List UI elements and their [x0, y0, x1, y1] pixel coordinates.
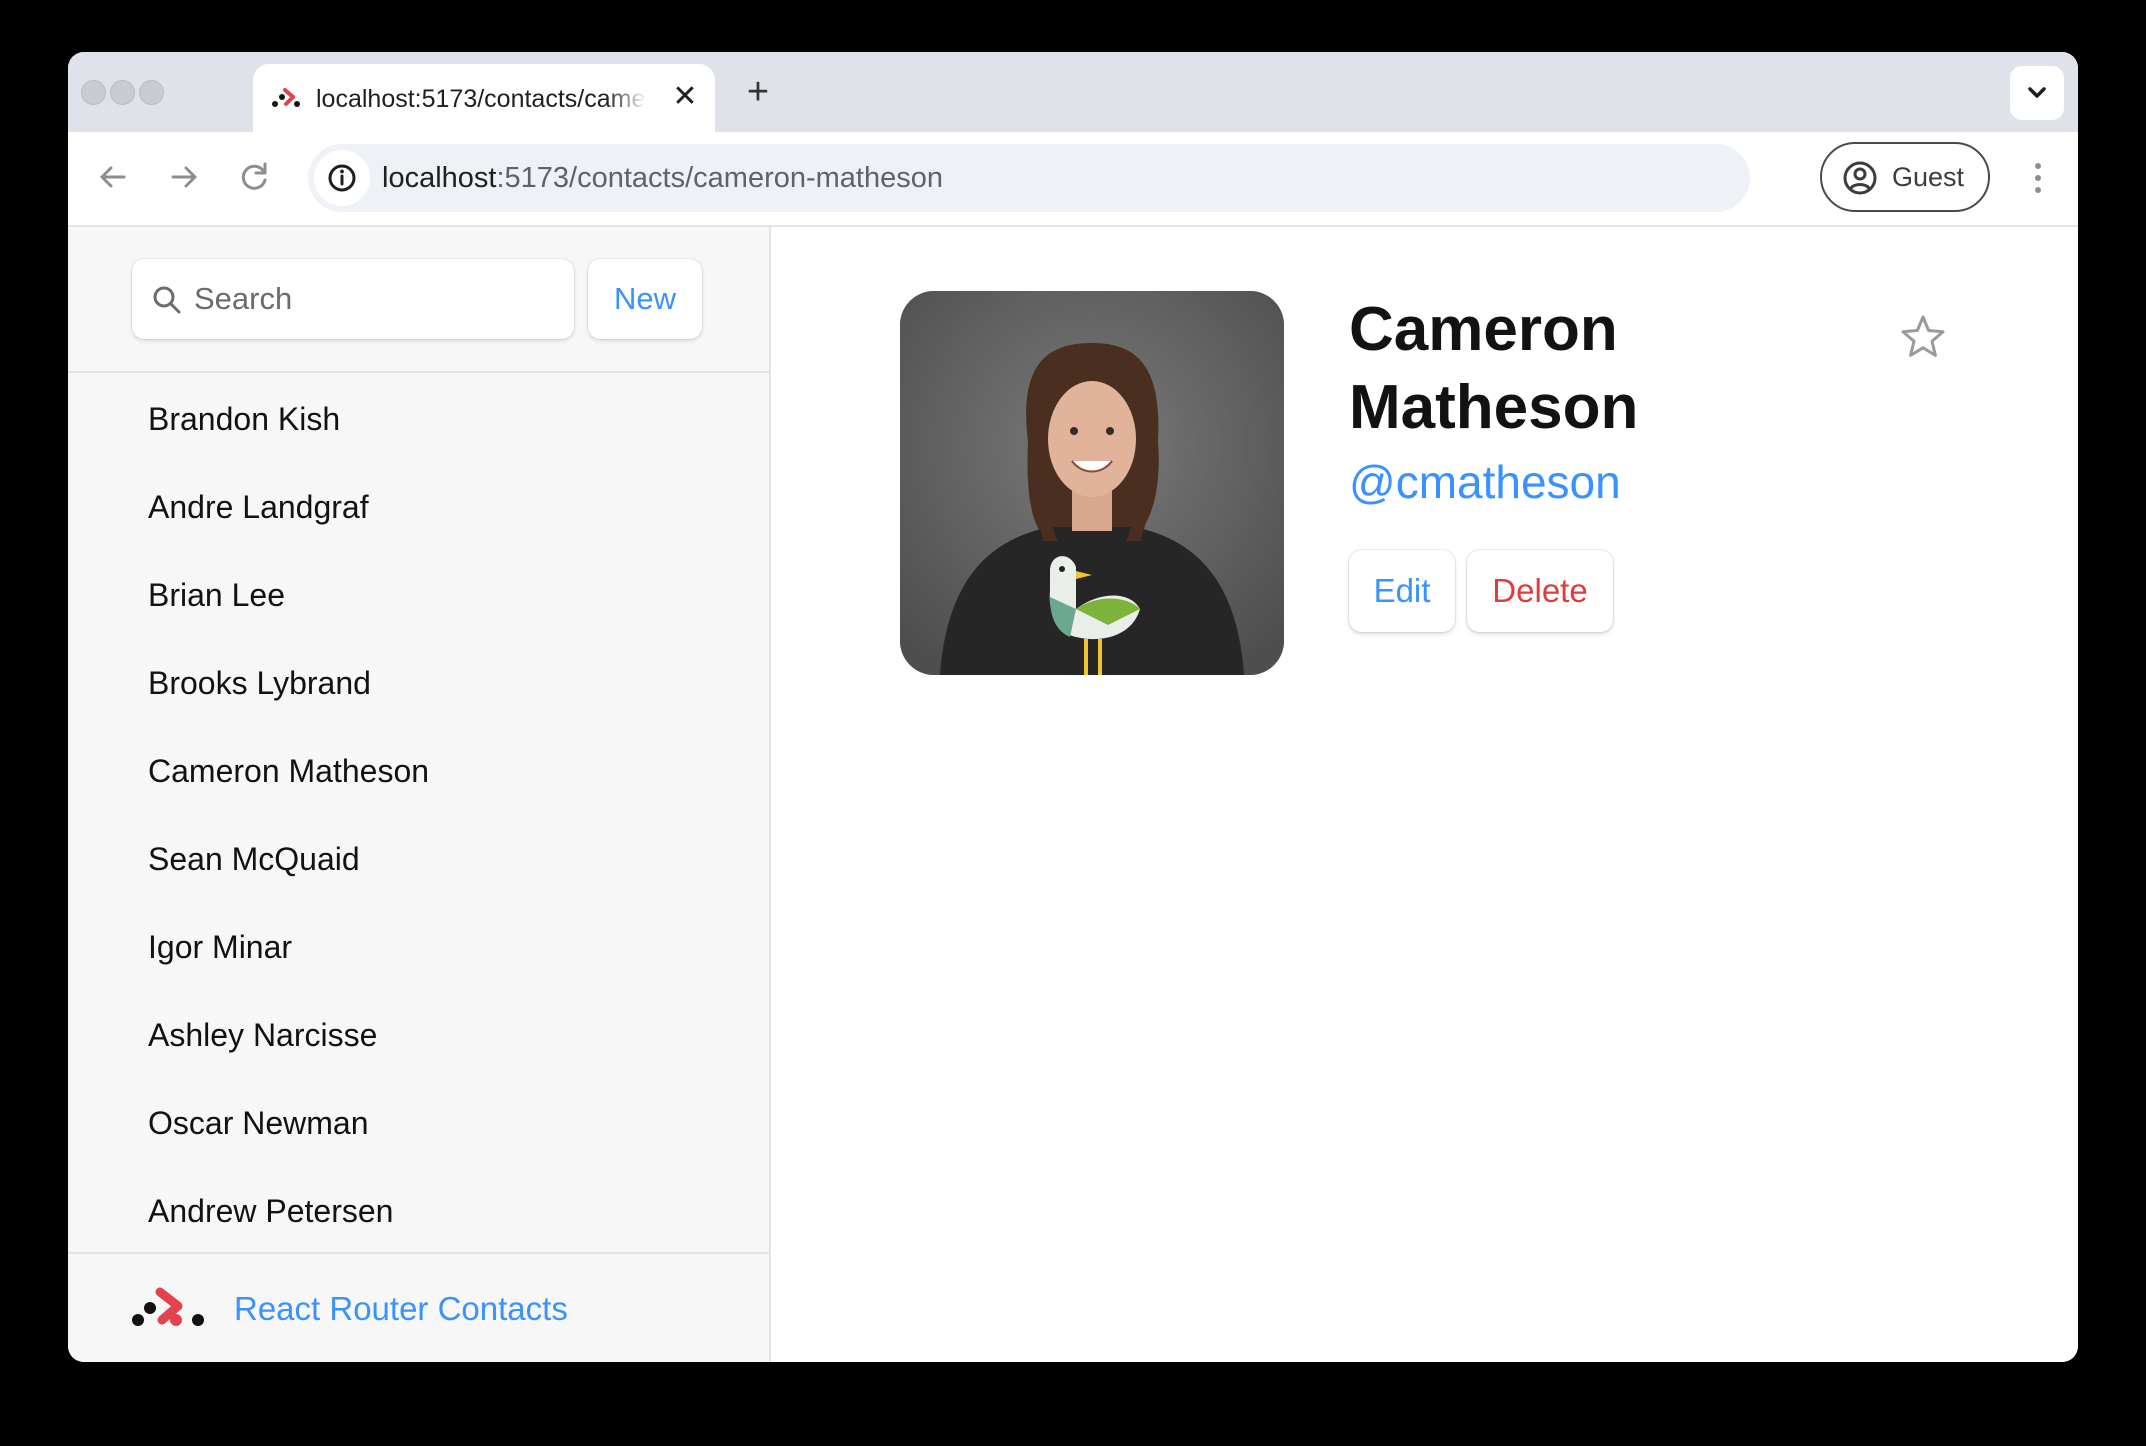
- contact-list: Brandon Kish Andre Landgraf Brian Lee Br…: [68, 375, 769, 1255]
- search-icon: [153, 286, 181, 314]
- tab-close-icon[interactable]: ✕: [668, 80, 702, 114]
- contact-item[interactable]: Igor Minar: [68, 903, 769, 991]
- window-minimize-dot[interactable]: [110, 80, 135, 105]
- site-info-button[interactable]: [314, 150, 370, 206]
- contact-item[interactable]: Brandon Kish: [68, 375, 769, 463]
- contact-item[interactable]: Ashley Narcisse: [68, 991, 769, 1079]
- browser-toolbar: localhost:5173/contacts/cameron-matheson…: [68, 132, 2078, 227]
- react-router-logo-icon: [132, 1287, 204, 1326]
- search-box[interactable]: [132, 259, 574, 339]
- tab-title: localhost:5173/contacts/cameron-matheson: [316, 85, 646, 113]
- window-zoom-dot[interactable]: [139, 80, 164, 105]
- url-host: localhost: [382, 162, 497, 194]
- url-path: :5173/contacts/cameron-matheson: [496, 162, 943, 194]
- info-icon: [328, 164, 356, 192]
- reload-icon[interactable]: [230, 152, 280, 202]
- window-close-dot[interactable]: [81, 80, 106, 105]
- contact-detail: Cameron Matheson @cmatheson Edit Delete: [773, 227, 2078, 1362]
- contact-photo: [900, 291, 1284, 675]
- address-bar[interactable]: localhost:5173/contacts/cameron-matheson: [308, 144, 1750, 212]
- more-vert-icon[interactable]: [2028, 158, 2048, 198]
- contact-item[interactable]: Oscar Newman: [68, 1079, 769, 1167]
- search-input[interactable]: [194, 259, 554, 339]
- contact-first-name: Cameron: [1349, 295, 1618, 364]
- contact-last-name: Matheson: [1349, 373, 1639, 442]
- tab-strip: localhost:5173/contacts/cameron-matheson…: [68, 52, 2078, 134]
- avatar: [900, 291, 1284, 675]
- contact-item[interactable]: Sean McQuaid: [68, 815, 769, 903]
- profile-label: Guest: [1892, 162, 1965, 192]
- account-circle-icon: [1843, 161, 1877, 195]
- browser-window: localhost:5173/contacts/cameron-matheson…: [68, 52, 2078, 1362]
- chevron-down-icon: [2028, 87, 2046, 98]
- new-contact-button[interactable]: New: [588, 259, 702, 339]
- edit-button[interactable]: Edit: [1349, 550, 1455, 632]
- star-icon[interactable]: [1897, 311, 1949, 363]
- back-arrow-icon[interactable]: [88, 152, 138, 202]
- sidebar-search-row: New: [68, 227, 769, 373]
- profile-button[interactable]: Guest: [1820, 142, 1990, 212]
- new-tab-icon[interactable]: +: [738, 72, 778, 112]
- url-text: localhost:5173/contacts/cameron-matheson: [382, 162, 943, 195]
- twitter-handle-link[interactable]: @cmatheson: [1349, 455, 1621, 509]
- delete-button[interactable]: Delete: [1467, 550, 1613, 632]
- sidebar: New Brandon Kish Andre Landgraf Brian Le…: [68, 227, 771, 1362]
- sidebar-footer: React Router Contacts: [68, 1252, 769, 1362]
- react-router-favicon-icon: [272, 88, 300, 107]
- contact-item[interactable]: Cameron Matheson: [68, 727, 769, 815]
- contact-item[interactable]: Brooks Lybrand: [68, 639, 769, 727]
- contact-name: Cameron Matheson: [1349, 291, 1769, 447]
- tab-search-button[interactable]: [2010, 66, 2064, 120]
- app-title-link[interactable]: React Router Contacts: [234, 1290, 568, 1328]
- contact-item[interactable]: Andrew Petersen: [68, 1167, 769, 1255]
- active-tab[interactable]: localhost:5173/contacts/cameron-matheson…: [253, 64, 715, 134]
- contact-item[interactable]: Andre Landgraf: [68, 463, 769, 551]
- forward-arrow-icon[interactable]: [159, 152, 209, 202]
- contact-item[interactable]: Brian Lee: [68, 551, 769, 639]
